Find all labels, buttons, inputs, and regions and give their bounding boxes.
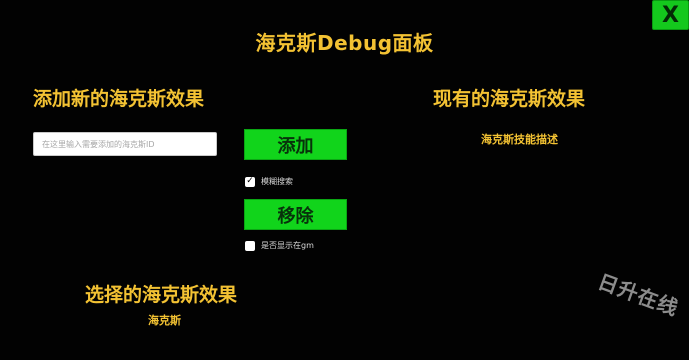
fuzzy-search-checkbox[interactable]: ✓ (245, 176, 255, 187)
close-button[interactable]: X (652, 0, 689, 30)
add-button[interactable]: 添加 (244, 129, 347, 160)
existing-section-heading: 现有的海克斯效果 (433, 88, 586, 110)
show-in-gm-option[interactable]: 是否显示在gm (245, 240, 314, 251)
remove-button[interactable]: 移除 (244, 199, 347, 230)
show-in-gm-checkbox[interactable] (245, 240, 255, 251)
watermark-logo: 日升在线 (594, 268, 683, 321)
remove-button-label: 移除 (277, 205, 314, 227)
hex-skill-description: 海克斯技能描述 (481, 133, 558, 146)
panel-title: 海克斯Debug面板 (255, 31, 434, 55)
selected-section-heading: 选择的海克斯效果 (85, 284, 238, 306)
debug-panel: 海克斯Debug面板 X 添加新的海克斯效果 添加 ✓ 模糊搜索 移除 是否显示… (0, 0, 689, 360)
hex-id-input[interactable] (33, 132, 217, 156)
selected-hex-value: 海克斯 (148, 314, 181, 327)
show-in-gm-label: 是否显示在gm (261, 241, 314, 250)
add-button-label: 添加 (277, 135, 314, 157)
add-section-heading: 添加新的海克斯效果 (33, 88, 205, 110)
fuzzy-search-label: 模糊搜索 (261, 177, 293, 186)
close-icon: X (662, 2, 679, 28)
fuzzy-search-option[interactable]: ✓ 模糊搜索 (245, 176, 293, 187)
